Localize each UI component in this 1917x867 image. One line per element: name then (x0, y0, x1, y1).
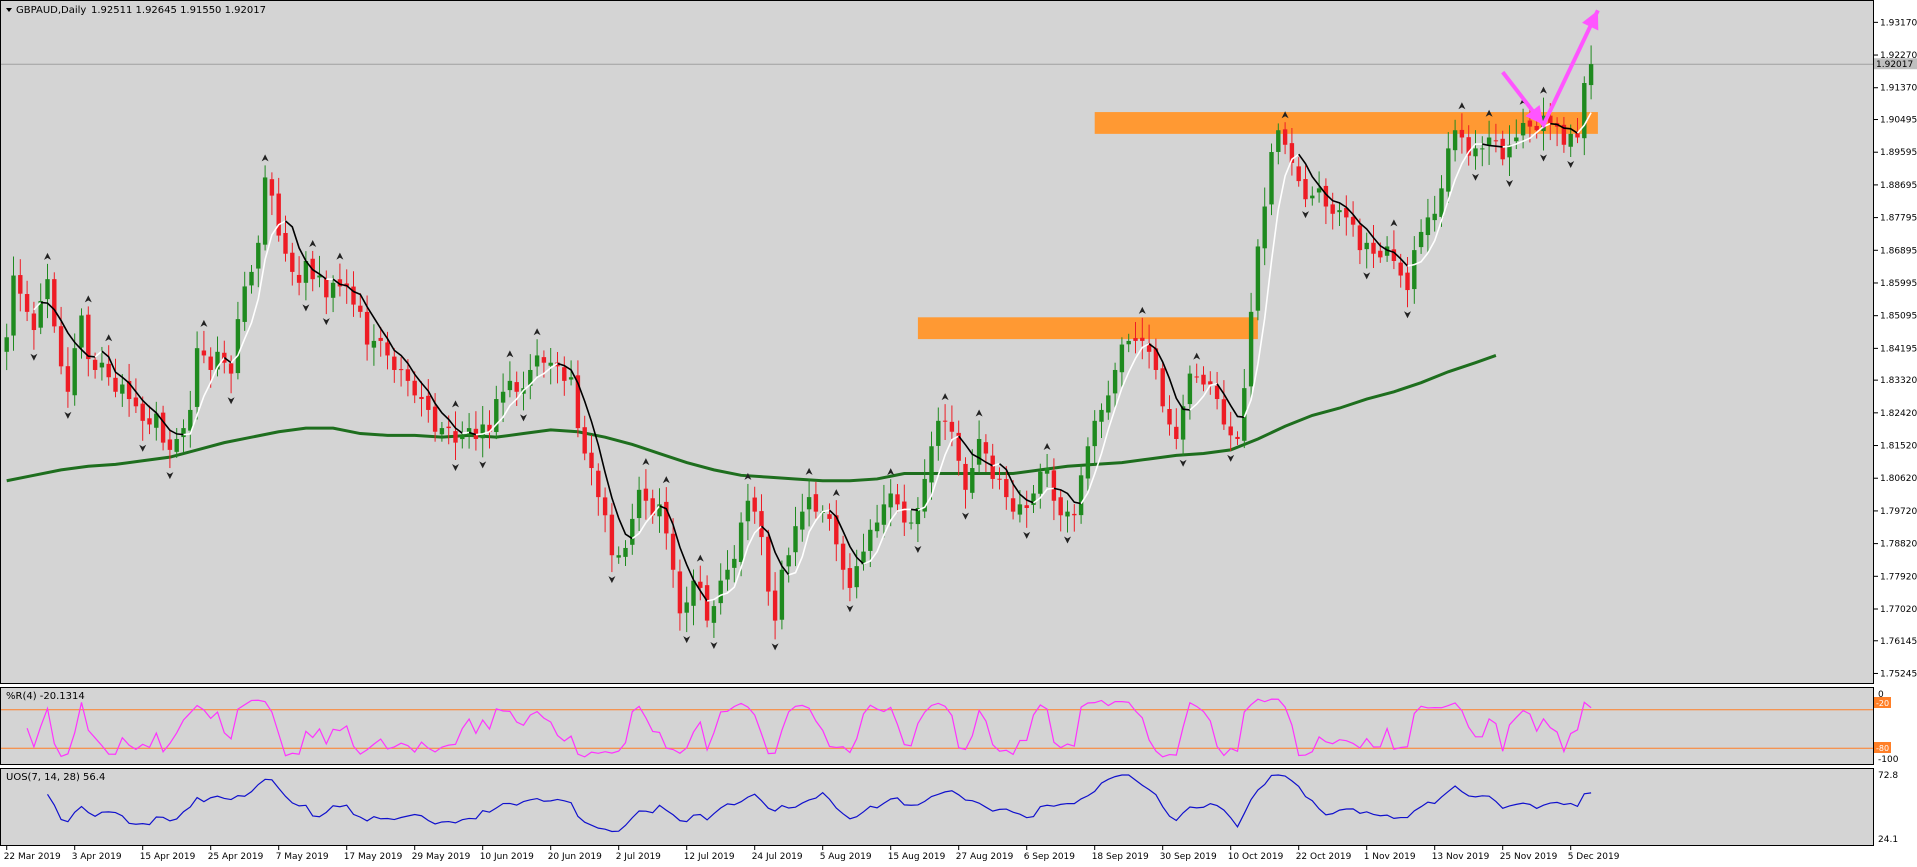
price-tick-label: 1.82420 (1880, 409, 1917, 419)
date-tick-label: 22 Mar 2019 (4, 852, 61, 862)
date-tick-label: 13 Nov 2019 (1432, 852, 1490, 862)
uos-label: UOS(7, 14, 28) 56.4 (6, 772, 105, 783)
date-tick-label: 5 Dec 2019 (1568, 852, 1620, 862)
symbol-timeframe: GBPAUD,Daily (16, 5, 86, 16)
date-tick-label: 10 Jun 2019 (480, 852, 534, 862)
lower-support-zone (917, 317, 1258, 340)
time-axis: 22 Mar 2019 3 Apr 2019 15 Apr 2019 25 Apr 2… (4, 846, 1620, 862)
price-axis: 1.931701.922701.913701.904951.895951.886… (1874, 18, 1917, 679)
price-tick-label: 1.85995 (1880, 279, 1917, 289)
candle (779, 560, 785, 630)
ma-short-segment (462, 431, 470, 434)
wpr-level-low-tag: -80 (1876, 744, 1889, 753)
date-tick-label: 24 Jul 2019 (752, 852, 803, 862)
date-tick-label: 7 May 2019 (276, 852, 329, 862)
date-tick-label: 25 Nov 2019 (1500, 852, 1558, 862)
price-tick-label: 1.79720 (1880, 507, 1917, 517)
date-tick-label: 22 Oct 2019 (1296, 852, 1352, 862)
price-tick-label: 1.89595 (1880, 148, 1917, 158)
current-price-label: 1.92017 (1876, 60, 1913, 70)
uos-pane[interactable] (0, 768, 1874, 846)
uos-axis-bottom: 24.1 (1878, 835, 1898, 845)
price-tick-label: 1.81520 (1880, 442, 1917, 452)
date-tick-label: 17 May 2019 (344, 852, 403, 862)
date-tick-label: 5 Aug 2019 (820, 852, 872, 862)
candle (262, 165, 268, 251)
price-tick-label: 1.77020 (1880, 605, 1917, 615)
date-tick-label: 12 Jul 2019 (684, 852, 735, 862)
chart-header: GBPAUD,Daily 1.92511 1.92645 1.91550 1.9… (6, 5, 266, 16)
current-price-tag: 1.92017 (1874, 58, 1917, 70)
wpr-level-high-tag: -20 (1876, 699, 1889, 708)
date-tick-label: 18 Sep 2019 (1092, 852, 1149, 862)
price-tick-label: 1.87795 (1880, 214, 1917, 224)
date-tick-label: 10 Oct 2019 (1228, 852, 1284, 862)
uos-axis: 72.8 24.1 (1878, 771, 1898, 845)
date-tick-label: 6 Sep 2019 (1024, 852, 1076, 862)
wpr-label: %R(4) -20.1314 (6, 691, 85, 702)
date-tick-label: 3 Apr 2019 (72, 852, 122, 862)
candle (52, 272, 57, 333)
date-tick-label: 1 Nov 2019 (1364, 852, 1416, 862)
date-tick-label: 30 Sep 2019 (1160, 852, 1217, 862)
price-tick-label: 1.75245 (1880, 669, 1917, 679)
candle (1255, 239, 1261, 321)
ohlc-values: 1.92511 1.92645 1.91550 1.92017 (91, 5, 266, 16)
price-tick-label: 1.90495 (1880, 116, 1917, 126)
date-tick-label: 2 Jul 2019 (616, 852, 661, 862)
price-tick-label: 1.76145 (1880, 637, 1917, 647)
wpr-axis-bottom: -100 (1878, 755, 1899, 765)
price-tick-label: 1.91370 (1880, 84, 1917, 94)
price-tick-label: 1.85095 (1880, 312, 1917, 322)
date-tick-label: 27 Aug 2019 (956, 852, 1014, 862)
date-tick-label: 15 Aug 2019 (888, 852, 946, 862)
price-pane[interactable] (0, 0, 1874, 684)
price-tick-label: 1.93170 (1880, 18, 1917, 28)
date-tick-label: 29 May 2019 (412, 852, 471, 862)
trading-chart[interactable]: GBPAUD,Daily 1.92511 1.92645 1.91550 1.9… (0, 0, 1917, 867)
ma-short-segment (911, 508, 918, 511)
price-tick-label: 1.86895 (1880, 246, 1917, 256)
date-tick-label: 20 Jun 2019 (548, 852, 602, 862)
wpr-axis: 0 -100 -20 -80 (1874, 690, 1899, 765)
date-tick-label: 25 Apr 2019 (208, 852, 264, 862)
price-tick-label: 1.77920 (1880, 572, 1917, 582)
candle (1269, 143, 1274, 216)
price-tick-label: 1.78820 (1880, 540, 1917, 550)
date-tick-label: 15 Apr 2019 (140, 852, 196, 862)
price-tick-label: 1.88695 (1880, 181, 1917, 191)
candle (1160, 362, 1165, 413)
price-tick-label: 1.83320 (1880, 376, 1917, 386)
wpr-pane[interactable] (0, 687, 1874, 765)
price-tick-label: 1.84195 (1880, 344, 1917, 354)
uos-axis-top: 72.8 (1878, 771, 1898, 781)
price-tick-label: 1.80620 (1880, 474, 1917, 484)
